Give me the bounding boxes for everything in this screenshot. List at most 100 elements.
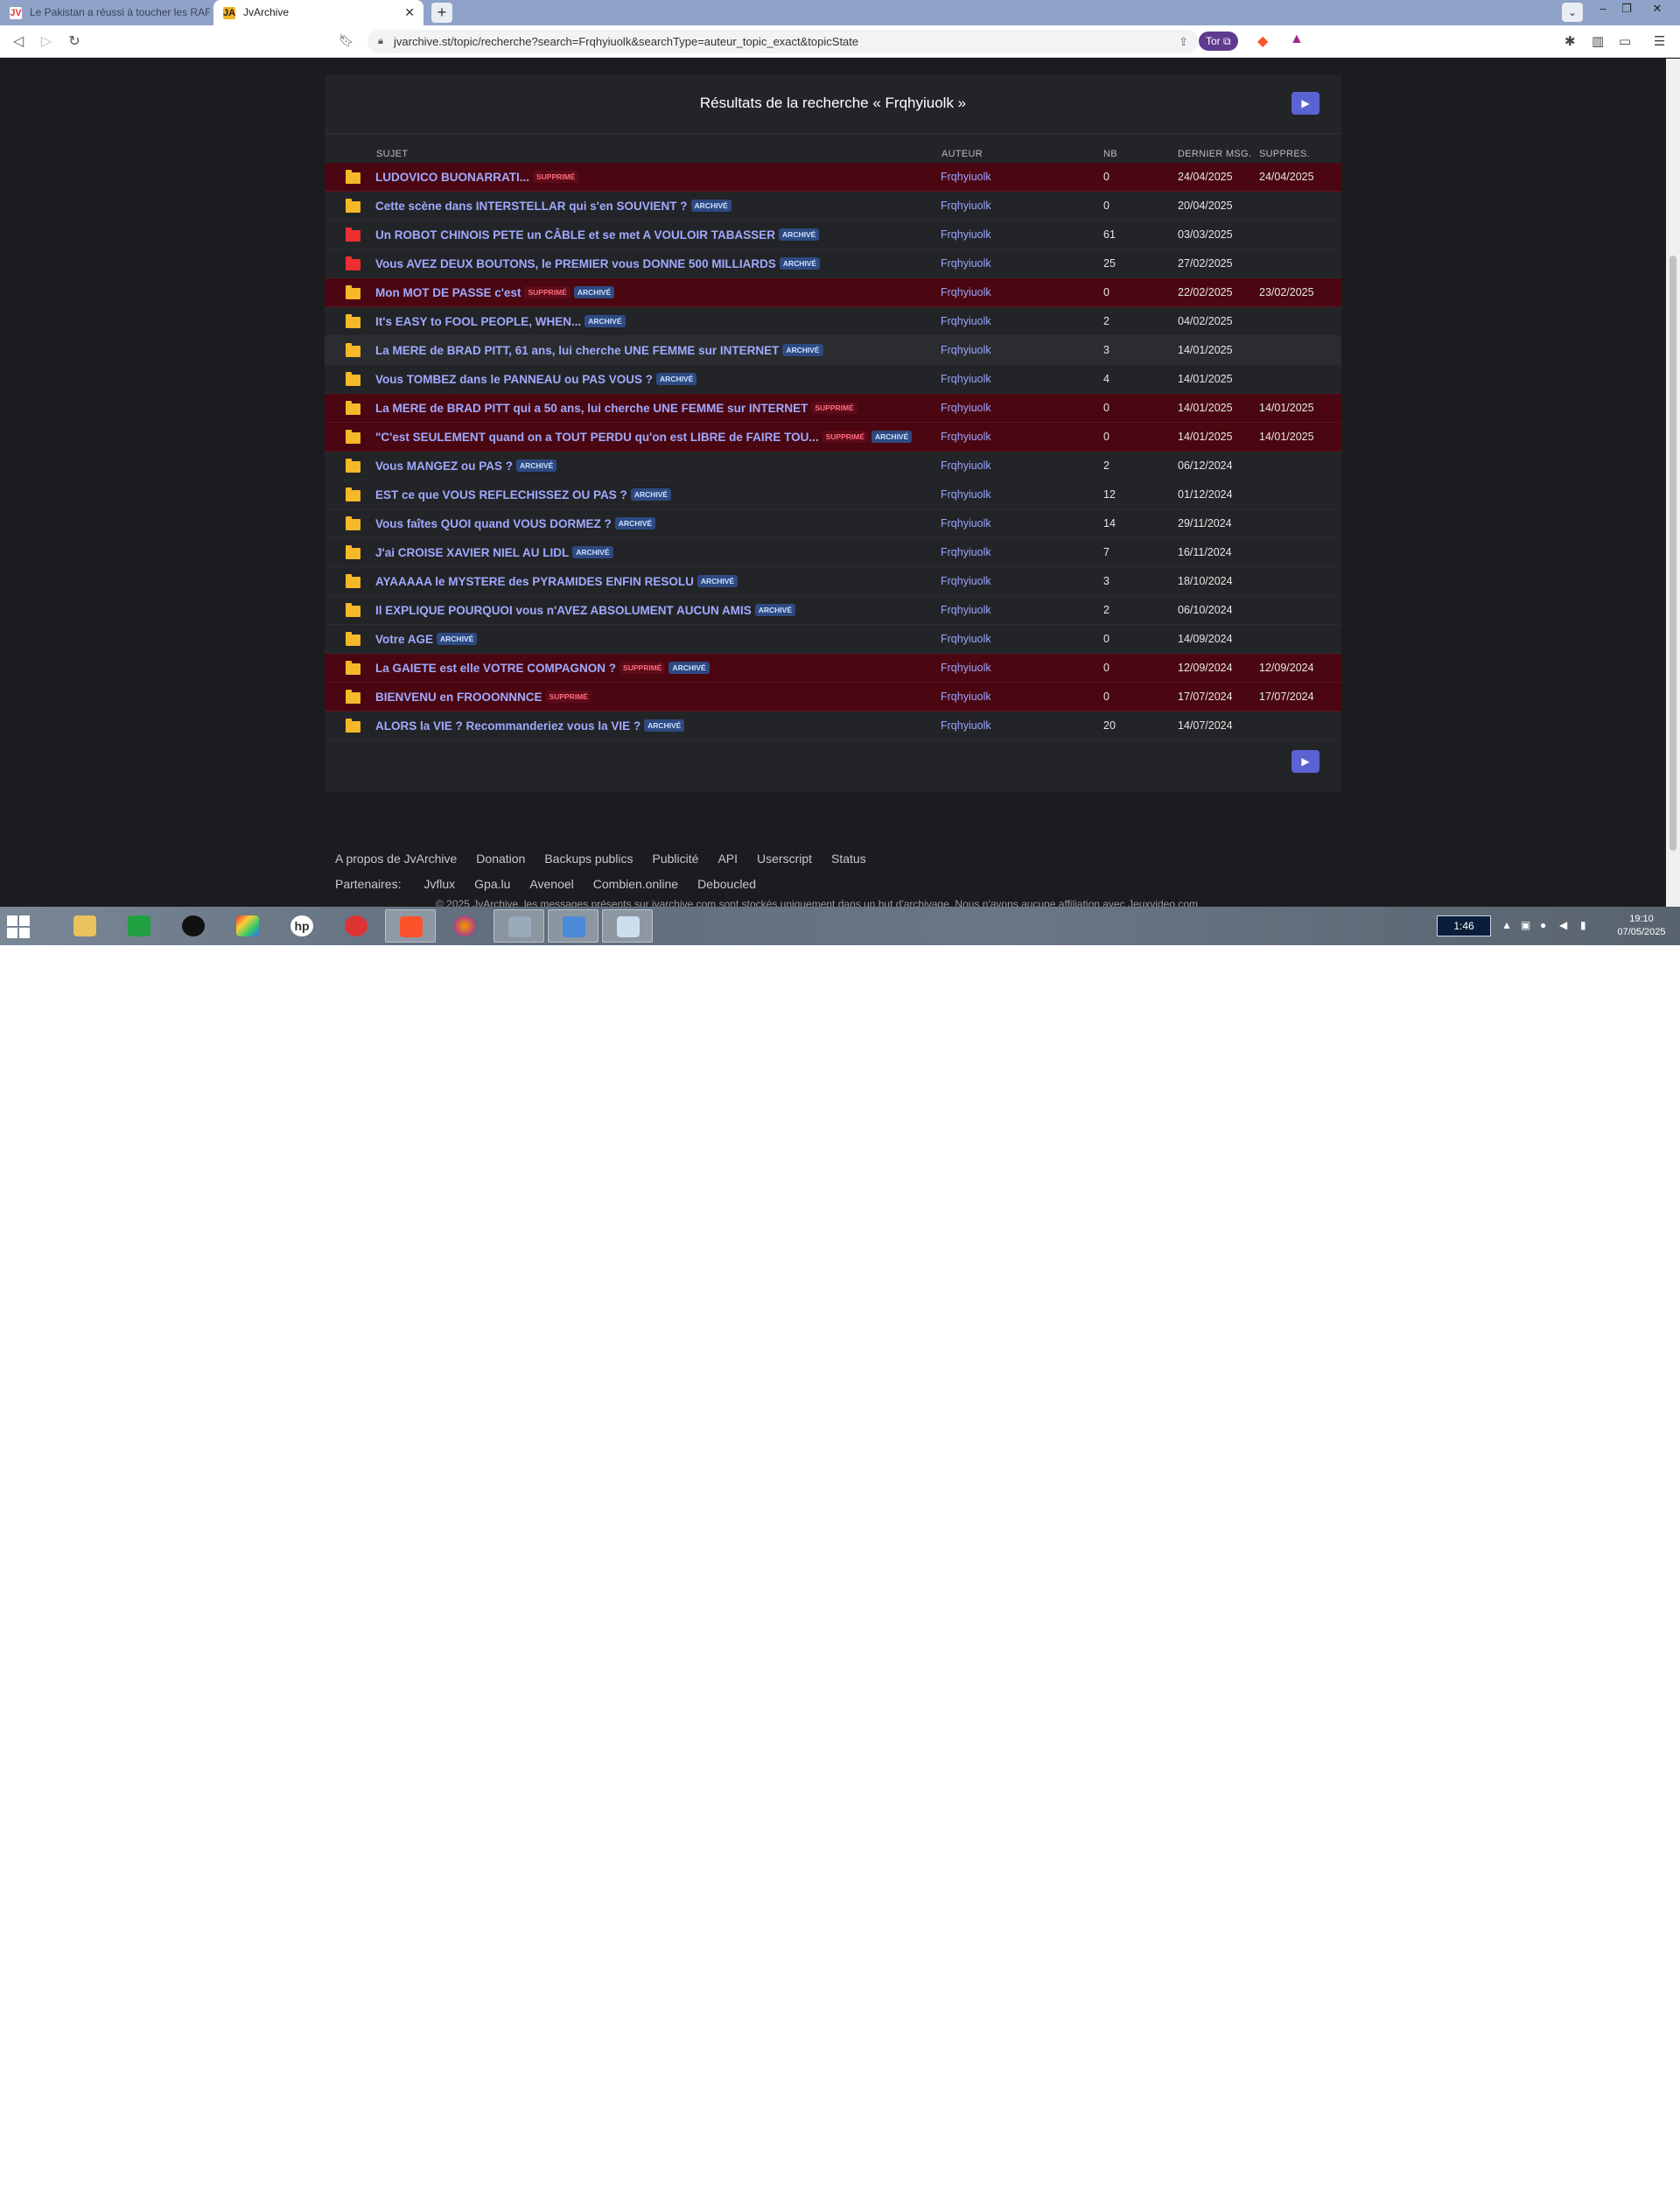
partner-link[interactable]: Combien.online bbox=[593, 877, 678, 891]
topic-link[interactable]: Il EXPLIQUE POURQUOI vous n'AVEZ ABSOLUM… bbox=[375, 604, 752, 617]
scrollbar[interactable] bbox=[1666, 59, 1680, 907]
menu-icon[interactable]: ☰ bbox=[1654, 33, 1665, 49]
author-link[interactable]: Frqhyiuolk bbox=[941, 423, 991, 452]
author-link[interactable]: Frqhyiuolk bbox=[941, 278, 991, 307]
clock-time[interactable]: 19:10 bbox=[1614, 914, 1670, 924]
author-link[interactable]: Frqhyiuolk bbox=[941, 452, 991, 480]
topic-link[interactable]: Vous faîtes QUOI quand VOUS DORMEZ ? bbox=[375, 517, 612, 530]
scroll-thumb[interactable] bbox=[1670, 256, 1676, 851]
control-panel-icon[interactable] bbox=[548, 909, 598, 943]
author-link[interactable]: Frqhyiuolk bbox=[941, 192, 991, 221]
author-link[interactable]: Frqhyiuolk bbox=[941, 249, 991, 278]
paint-icon[interactable] bbox=[602, 909, 653, 943]
topic-link[interactable]: Vous TOMBEZ dans le PANNEAU ou PAS VOUS … bbox=[375, 373, 653, 386]
tab-search-chevron-icon[interactable]: ⌄ bbox=[1562, 3, 1583, 22]
topic-subject: Vous MANGEZ ou PAS ? ARCHIVÉ bbox=[375, 452, 557, 480]
topic-link[interactable]: LUDOVICO BUONARRATI... bbox=[375, 171, 529, 184]
brave-shield-icon[interactable]: ◆ bbox=[1257, 32, 1268, 50]
sidebar-icon[interactable]: ▥ bbox=[1592, 33, 1604, 49]
red-app-icon[interactable] bbox=[331, 909, 382, 943]
new-tab-button[interactable]: + bbox=[431, 3, 452, 23]
author-link[interactable]: Frqhyiuolk bbox=[941, 712, 991, 740]
author-link[interactable]: Frqhyiuolk bbox=[941, 365, 991, 394]
partner-link[interactable]: Avenoel bbox=[529, 877, 573, 891]
author-link[interactable]: Frqhyiuolk bbox=[941, 394, 991, 423]
firefox-icon[interactable] bbox=[439, 909, 490, 943]
author-link[interactable]: Frqhyiuolk bbox=[941, 336, 991, 365]
topic-link[interactable]: La GAIETE est elle VOTRE COMPAGNON ? bbox=[375, 662, 616, 675]
camera-app-icon[interactable] bbox=[168, 909, 219, 943]
topic-link[interactable]: La MERE de BRAD PITT qui a 50 ans, lui c… bbox=[375, 402, 808, 415]
topic-link[interactable]: "C'est SEULEMENT quand on a TOUT PERDU q… bbox=[375, 431, 819, 444]
network-icon[interactable]: ▣ bbox=[1521, 919, 1530, 931]
clock-date[interactable]: 07/05/2025 bbox=[1608, 927, 1675, 937]
topic-link[interactable]: La MERE de BRAD PITT, 61 ans, lui cherch… bbox=[375, 344, 779, 357]
next-page-button-bottom[interactable]: ▶ bbox=[1292, 750, 1320, 773]
footer-link[interactable]: Donation bbox=[476, 852, 525, 866]
green-app-icon[interactable] bbox=[114, 909, 164, 943]
share-icon[interactable]: ⇪ bbox=[1179, 30, 1188, 53]
photo-app-icon[interactable] bbox=[222, 909, 273, 943]
image-viewer-icon[interactable] bbox=[494, 909, 544, 943]
restore-icon[interactable]: ❐ bbox=[1612, 0, 1642, 19]
tab-jvarchive[interactable]: JA JvArchive ✕ bbox=[214, 0, 424, 25]
footer-link[interactable]: API bbox=[718, 852, 738, 866]
forward-icon[interactable]: ▷ bbox=[37, 32, 56, 52]
bookmark-icon[interactable]: 🔖︎ bbox=[339, 33, 354, 48]
topic-link[interactable]: Un ROBOT CHINOIS PETE un CÂBLE et se met… bbox=[375, 228, 775, 242]
topic-link[interactable]: EST ce que VOUS REFLECHISSEZ OU PAS ? bbox=[375, 488, 627, 501]
tray-chevron-up-icon[interactable]: ▲ bbox=[1502, 919, 1512, 931]
file-explorer-icon[interactable] bbox=[60, 909, 110, 943]
extensions-icon[interactable]: ✱ bbox=[1564, 33, 1576, 49]
volume-icon[interactable]: ◀ bbox=[1559, 919, 1567, 931]
topic-link[interactable]: AYAAAAA le MYSTERE des PYRAMIDES ENFIN R… bbox=[375, 575, 694, 588]
author-link[interactable]: Frqhyiuolk bbox=[941, 221, 991, 249]
close-tab-icon[interactable]: ✕ bbox=[404, 0, 415, 25]
author-link[interactable]: Frqhyiuolk bbox=[941, 163, 991, 192]
signal-icon[interactable]: ▮ bbox=[1580, 919, 1586, 931]
partner-link[interactable]: Gpa.lu bbox=[474, 877, 510, 891]
topic-link[interactable]: ALORS la VIE ? Recommanderiez vous la VI… bbox=[375, 719, 640, 733]
wallet-icon[interactable]: ▭ bbox=[1619, 33, 1631, 49]
ime-indicator[interactable]: 1:46 bbox=[1437, 915, 1491, 936]
brave-browser-icon[interactable] bbox=[385, 909, 436, 943]
partner-link[interactable]: Deboucled bbox=[697, 877, 756, 891]
author-link[interactable]: Frqhyiuolk bbox=[941, 567, 991, 596]
topic-link[interactable]: It's EASY to FOOL PEOPLE, WHEN... bbox=[375, 315, 581, 328]
hp-icon[interactable]: hp bbox=[276, 909, 327, 943]
topic-link[interactable]: Vous AVEZ DEUX BOUTONS, le PREMIER vous … bbox=[375, 257, 776, 270]
windows-start-icon[interactable] bbox=[7, 915, 30, 938]
partner-link[interactable]: Jvflux bbox=[424, 877, 455, 891]
deleted-date: 24/04/2025 bbox=[1259, 171, 1314, 183]
tor-button[interactable]: Tor ⧉ bbox=[1199, 32, 1238, 51]
tab-le-pakistan[interactable]: JV Le Pakistan a réussi à toucher les RA… bbox=[0, 0, 210, 25]
brave-rewards-icon[interactable]: ▲ bbox=[1290, 32, 1304, 47]
topic-link[interactable]: Mon MOT DE PASSE c'est bbox=[375, 286, 521, 299]
author-link[interactable]: Frqhyiuolk bbox=[941, 596, 991, 625]
author-link[interactable]: Frqhyiuolk bbox=[941, 538, 991, 567]
author-link[interactable]: Frqhyiuolk bbox=[941, 683, 991, 712]
back-icon[interactable]: ◁ bbox=[9, 32, 28, 52]
address-bar[interactable]: 🔒︎ jvarchive.st/topic/recherche?search=F… bbox=[368, 30, 1199, 53]
column-subject: SUJET bbox=[376, 149, 409, 159]
next-page-button[interactable]: ▶ bbox=[1292, 92, 1320, 115]
tray-app-icon[interactable]: ● bbox=[1540, 919, 1546, 931]
topic-link[interactable]: Votre AGE bbox=[375, 633, 433, 646]
topic-link[interactable]: BIENVENU en FROOONNNCE bbox=[375, 691, 542, 704]
topic-link[interactable]: Cette scène dans INTERSTELLAR qui s'en S… bbox=[375, 200, 688, 213]
reload-icon[interactable]: ↻ bbox=[65, 32, 84, 52]
lock-icon[interactable]: 🔒︎ bbox=[378, 30, 383, 53]
author-link[interactable]: Frqhyiuolk bbox=[941, 480, 991, 509]
footer-link[interactable]: Backups publics bbox=[544, 852, 633, 866]
author-link[interactable]: Frqhyiuolk bbox=[941, 509, 991, 538]
close-window-icon[interactable]: ✕ bbox=[1642, 0, 1672, 19]
topic-link[interactable]: J'ai CROISE XAVIER NIEL AU LIDL bbox=[375, 546, 569, 559]
footer-link[interactable]: Publicité bbox=[653, 852, 699, 866]
author-link[interactable]: Frqhyiuolk bbox=[941, 307, 991, 336]
footer-link[interactable]: A propos de JvArchive bbox=[335, 852, 457, 866]
footer-link[interactable]: Status bbox=[831, 852, 866, 866]
topic-link[interactable]: Vous MANGEZ ou PAS ? bbox=[375, 459, 513, 473]
footer-link[interactable]: Userscript bbox=[757, 852, 812, 866]
author-link[interactable]: Frqhyiuolk bbox=[941, 625, 991, 654]
author-link[interactable]: Frqhyiuolk bbox=[941, 654, 991, 683]
